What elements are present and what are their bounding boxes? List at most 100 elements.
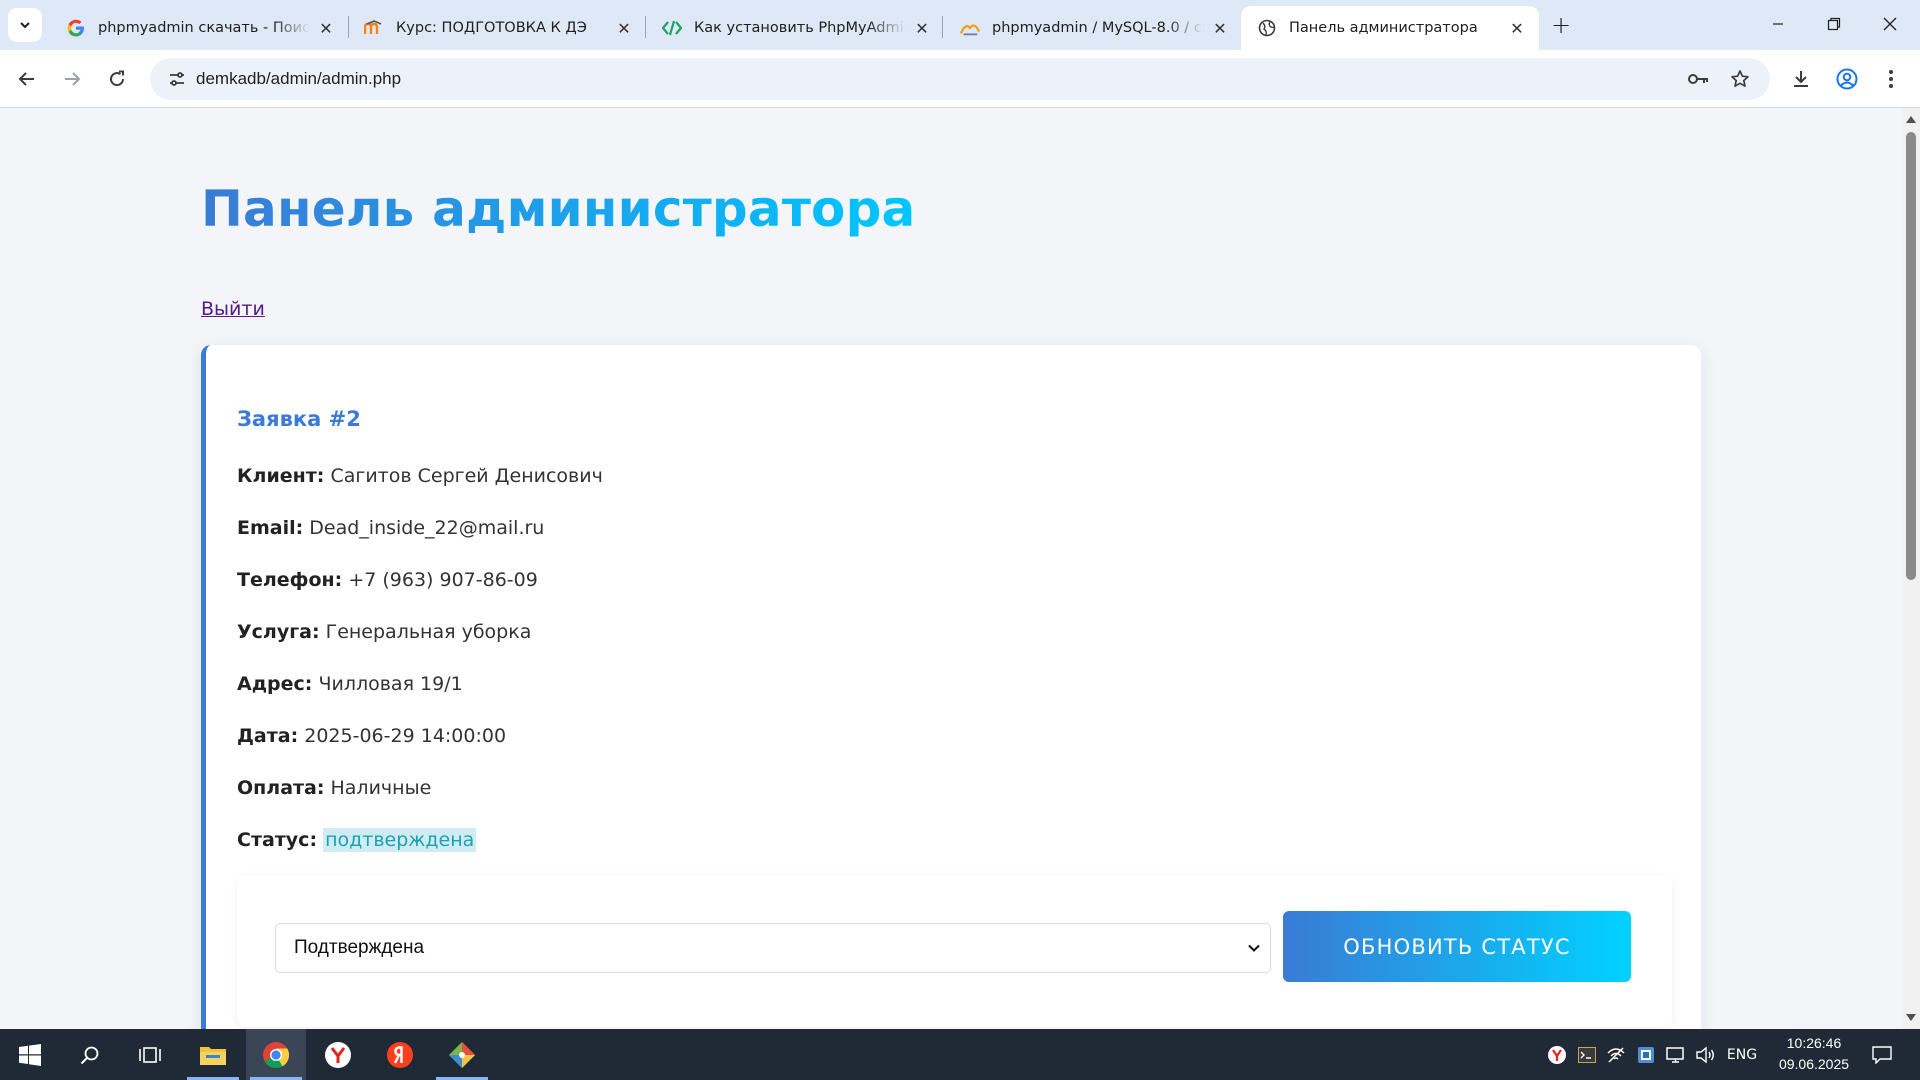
client-label: Клиент: xyxy=(237,465,325,487)
clock-date: 09.06.2025 xyxy=(1778,1056,1850,1072)
windows-taskbar: ENG 10:26:46 09.06.2025 xyxy=(0,1029,1920,1080)
update-status-button[interactable]: ОБНОВИТЬ СТАТУС xyxy=(1283,911,1631,982)
email-value: Dead_inside_22@mail.ru xyxy=(309,517,545,539)
bookmark-star-icon[interactable] xyxy=(1723,62,1757,96)
status-label: Статус: xyxy=(237,829,318,851)
git-icon[interactable] xyxy=(432,1029,492,1080)
status-badge: подтверждена xyxy=(323,828,477,852)
task-view-icon[interactable] xyxy=(120,1029,180,1080)
minimize-icon xyxy=(1773,23,1783,25)
scroll-down-arrow-icon[interactable] xyxy=(1906,1014,1916,1021)
google-icon xyxy=(66,18,86,38)
chevron-down-icon xyxy=(1248,944,1260,952)
forward-button[interactable] xyxy=(55,62,89,96)
address-bar[interactable]: demkadb/admin/admin.php xyxy=(150,58,1770,100)
download-icon xyxy=(1794,71,1808,87)
search-icon[interactable] xyxy=(60,1029,120,1080)
scrollbar-thumb[interactable] xyxy=(1906,132,1916,580)
clock[interactable]: 10:26:46 09.06.2025 xyxy=(1762,1033,1866,1075)
close-window-button[interactable] xyxy=(1862,0,1918,48)
phone-row: Телефон: +7 (963) 907-86-09 xyxy=(237,569,538,591)
payment-value: Наличные xyxy=(330,777,432,799)
language-indicator[interactable]: ENG xyxy=(1722,1029,1762,1080)
phpmyadmin-icon xyxy=(960,18,980,38)
new-tab-button[interactable]: + xyxy=(1544,10,1578,40)
logout-link[interactable]: Выйти xyxy=(201,298,265,320)
globe-icon xyxy=(1257,18,1277,38)
order-heading: Заявка #2 xyxy=(237,407,361,431)
email-label: Email: xyxy=(237,517,304,539)
status-row: Статус: подтверждена xyxy=(237,828,477,852)
site-info-icon[interactable] xyxy=(160,62,194,96)
service-label: Услуга: xyxy=(237,621,320,643)
back-button[interactable] xyxy=(10,62,44,96)
address-value: Чилловая 19/1 xyxy=(318,673,463,695)
clock-time: 10:26:46 xyxy=(1786,1035,1842,1051)
email-row: Email: Dead_inside_22@mail.ru xyxy=(237,517,544,539)
tab-strip: phpmyadmin скачать - Поиск в ✕ Курс: ПОД… xyxy=(0,0,1920,50)
service-row: Услуга: Генеральная уборка xyxy=(237,621,531,643)
close-icon[interactable]: ✕ xyxy=(614,18,634,38)
downloads-button[interactable] xyxy=(1784,62,1818,96)
menu-button[interactable] xyxy=(1874,62,1908,96)
page-title: Панель администратора xyxy=(201,180,916,238)
terminal-tray-icon[interactable] xyxy=(1574,1029,1600,1080)
app-tray-icon[interactable] xyxy=(1632,1029,1660,1080)
file-explorer-icon[interactable] xyxy=(183,1029,243,1080)
windows-start-icon[interactable] xyxy=(0,1029,60,1080)
volume-icon[interactable] xyxy=(1690,1029,1720,1080)
tab-search-button[interactable] xyxy=(8,8,42,42)
client-value: Сагитов Сергей Денисович xyxy=(330,465,603,487)
restore-button[interactable] xyxy=(1806,0,1862,48)
tab-title: phpmyadmin скачать - Поиск в xyxy=(98,20,310,36)
yandex-browser-icon[interactable] xyxy=(308,1029,368,1080)
chevron-down-icon xyxy=(20,22,30,29)
profile-icon xyxy=(1836,68,1858,90)
reload-button[interactable] xyxy=(100,62,134,96)
phone-label: Телефон: xyxy=(237,569,343,591)
page-viewport: Панель администратора Выйти Заявка #2 Кл… xyxy=(0,108,1920,1029)
close-icon[interactable]: ✕ xyxy=(912,18,932,38)
moodle-icon xyxy=(364,18,384,38)
arrow-right-icon xyxy=(65,72,81,86)
profile-button[interactable] xyxy=(1830,62,1864,96)
status-select[interactable]: Подтверждена xyxy=(275,923,1271,973)
tab-title: Курс: ПОДГОТОВКА К ДЭ xyxy=(396,20,587,36)
kebab-menu-icon xyxy=(1889,70,1893,88)
browser-toolbar: demkadb/admin/admin.php xyxy=(0,50,1920,108)
arrow-left-icon xyxy=(18,72,34,86)
vertical-scrollbar[interactable] xyxy=(1902,108,1920,1029)
code-icon xyxy=(662,18,682,38)
url-text[interactable]: demkadb/admin/admin.php xyxy=(196,58,401,100)
tab-admin-panel[interactable]: Панель администратора ✕ xyxy=(1241,6,1539,50)
tab-title: phpmyadmin / MySQL-8.0 / cle xyxy=(992,20,1204,36)
scroll-up-arrow-icon[interactable] xyxy=(1906,116,1916,123)
reload-icon xyxy=(110,70,125,87)
close-icon[interactable]: ✕ xyxy=(1210,18,1230,38)
status-form: Подтверждена ОБНОВИТЬ СТАТУС xyxy=(237,875,1672,1027)
tab-phpmyadmin[interactable]: phpmyadmin / MySQL-8.0 / cle ✕ xyxy=(944,6,1242,50)
close-icon xyxy=(1883,17,1897,31)
display-network-icon[interactable] xyxy=(1662,1029,1690,1080)
yandex-tray-icon[interactable] xyxy=(1543,1029,1571,1080)
tab-title: Панель администратора xyxy=(1289,20,1478,36)
minimize-button[interactable] xyxy=(1750,0,1806,48)
phone-value: +7 (963) 907-86-09 xyxy=(348,569,538,591)
close-icon[interactable]: ✕ xyxy=(1507,18,1527,38)
chrome-icon[interactable] xyxy=(246,1029,306,1080)
password-key-icon[interactable] xyxy=(1682,62,1716,96)
yandex-icon[interactable] xyxy=(370,1029,430,1080)
address-label: Адрес: xyxy=(237,673,313,695)
date-value: 2025-06-29 14:00:00 xyxy=(304,725,507,747)
tab-separator xyxy=(942,16,943,38)
notifications-icon[interactable] xyxy=(1862,1029,1902,1080)
close-icon[interactable]: ✕ xyxy=(316,18,336,38)
network-disconnected-icon[interactable] xyxy=(1602,1029,1630,1080)
order-card: Заявка #2 Клиент: Сагитов Сергей Денисов… xyxy=(201,345,1701,1029)
service-value: Генеральная уборка xyxy=(325,621,532,643)
tab-google-search[interactable]: phpmyadmin скачать - Поиск в ✕ xyxy=(50,6,348,50)
restore-icon xyxy=(1827,17,1841,31)
tab-install-phpmyadmin[interactable]: Как установить PhpMyAdmin в ✕ xyxy=(646,6,944,50)
payment-row: Оплата: Наличные xyxy=(237,777,431,799)
tab-course[interactable]: Курс: ПОДГОТОВКА К ДЭ ✕ xyxy=(348,6,646,50)
